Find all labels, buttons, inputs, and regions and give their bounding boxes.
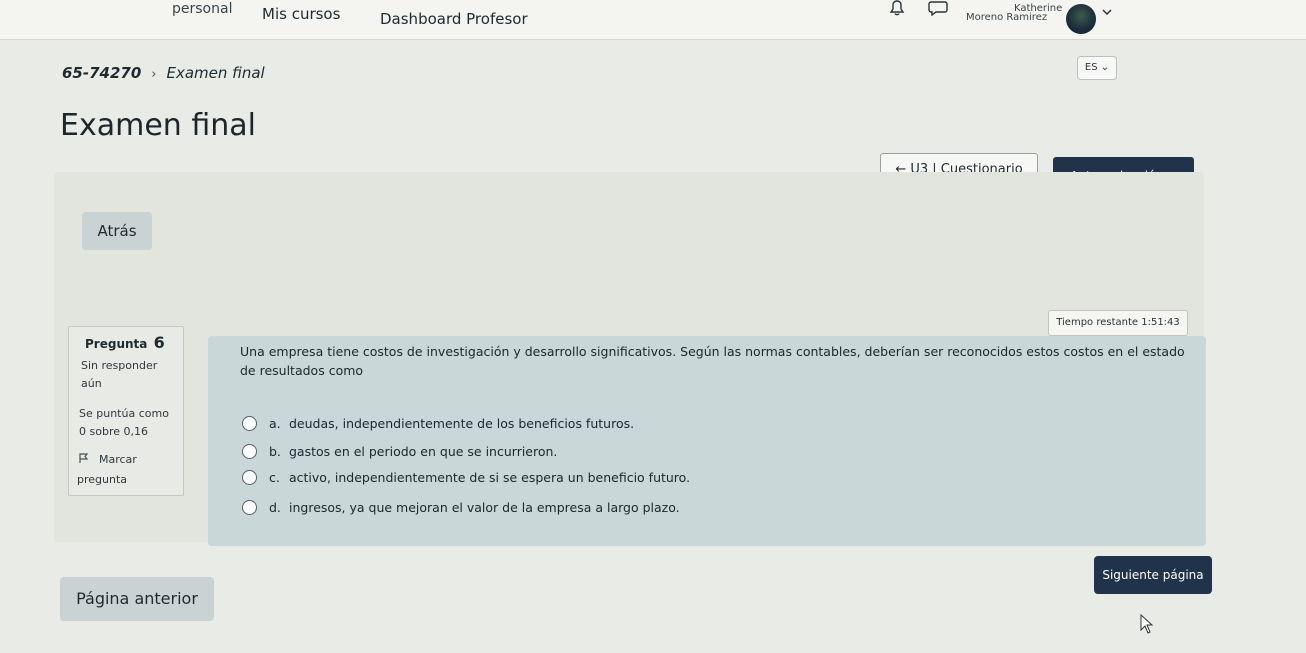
radio-option-b[interactable] <box>242 444 257 459</box>
question-grade-line2: 0 sobre 0,16 <box>79 425 148 438</box>
flag-question-button[interactable]: Marcar <box>79 453 137 466</box>
breadcrumb-separator: › <box>151 67 157 82</box>
nav-personal-link[interactable]: personal <box>172 1 232 17</box>
mouse-cursor-icon <box>1140 614 1154 634</box>
radio-option-a[interactable] <box>242 416 257 431</box>
page-title: Examen final <box>60 108 256 143</box>
question-status-line1: Sin responder <box>81 359 158 372</box>
flag-question-label-line2[interactable]: pregunta <box>77 473 127 486</box>
next-page-button[interactable]: Siguiente página <box>1094 556 1212 594</box>
question-label: Pregunta 6 <box>85 333 165 352</box>
option-letter-d: d. <box>269 500 281 515</box>
answer-option-c[interactable]: c. activo, independientemente de si se es… <box>242 470 690 485</box>
question-text: Una empresa tiene costos de investigació… <box>240 344 1185 378</box>
option-letter-a: a. <box>269 416 281 431</box>
bell-icon[interactable] <box>888 0 906 16</box>
language-selector[interactable]: ES ⌄ <box>1077 56 1117 80</box>
back-button[interactable]: Atrás <box>82 212 152 250</box>
breadcrumb-current[interactable]: Examen final <box>167 64 265 82</box>
answer-option-b[interactable]: b. gastos en el periodo en que se incurri… <box>242 444 557 459</box>
nav-mis-cursos-link[interactable]: Mis cursos <box>262 5 340 23</box>
user-last-name[interactable]: Moreno Ramirez <box>966 12 1047 23</box>
radio-option-c[interactable] <box>242 470 257 485</box>
question-body: Una empresa tiene costos de investigació… <box>208 336 1206 546</box>
question-info-panel: Pregunta 6 Sin responder aún Se puntúa c… <box>68 326 184 496</box>
option-text-d[interactable]: ingresos, ya que mejoran el valor de la … <box>289 500 680 515</box>
option-letter-c: c. <box>269 470 280 485</box>
chevron-down-icon[interactable] <box>1102 8 1112 16</box>
time-remaining-badge: Tiempo restante 1:51:43 <box>1048 310 1188 336</box>
option-letter-b: b. <box>269 444 281 459</box>
question-label-text: Pregunta <box>85 337 148 351</box>
avatar[interactable] <box>1066 4 1096 34</box>
option-text-c[interactable]: activo, independientemente de si se espe… <box>289 470 690 485</box>
radio-option-d[interactable] <box>242 500 257 515</box>
option-text-a[interactable]: deudas, independientemente de los benefi… <box>289 416 634 431</box>
question-grade-line1: Se puntúa como <box>79 407 169 420</box>
breadcrumb: 65-74270 › Examen final <box>62 64 265 82</box>
answer-option-a[interactable]: a. deudas, independientemente de los bene… <box>242 416 634 431</box>
chat-icon[interactable] <box>928 0 948 16</box>
breadcrumb-course-link[interactable]: 65-74270 <box>62 64 141 82</box>
question-number: 6 <box>153 333 165 352</box>
nav-dashboard-profesor-link[interactable]: Dashboard Profesor <box>380 10 528 28</box>
question-status-line2: aún <box>81 377 102 390</box>
answer-option-d[interactable]: d. ingresos, ya que mejoran el valor de l… <box>242 500 680 515</box>
option-text-b[interactable]: gastos en el periodo en que se incurrier… <box>289 444 557 459</box>
flag-question-label-line1[interactable]: Marcar <box>99 453 137 466</box>
top-navbar: personal Mis cursos Dashboard Profesor K… <box>0 0 1306 40</box>
flag-icon[interactable] <box>79 453 89 464</box>
previous-page-button[interactable]: Página anterior <box>60 577 214 621</box>
